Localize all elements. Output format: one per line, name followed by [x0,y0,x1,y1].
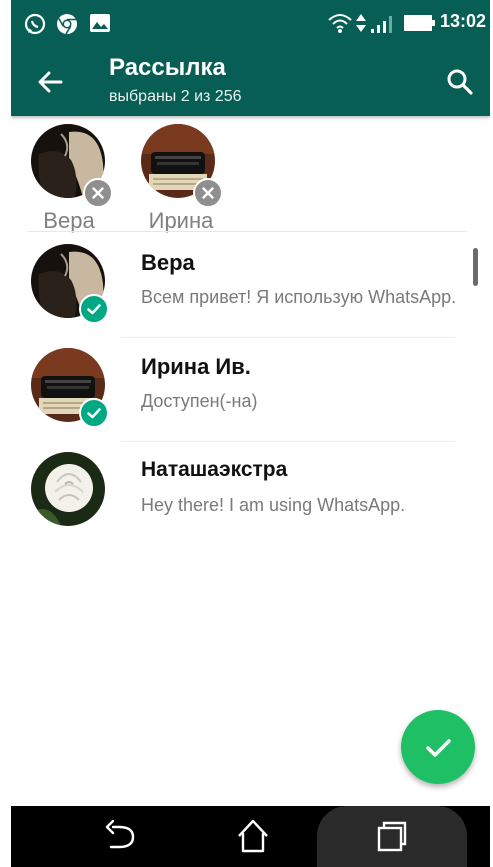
remove-recipient-button[interactable] [193,178,223,208]
selection-count: выбраны 2 из 256 [109,88,242,105]
search-button[interactable] [438,60,482,104]
battery-icon [403,12,437,39]
checkmark-icon [87,408,101,419]
image-icon [89,12,111,39]
contact-row[interactable]: Ирина Ив. Доступен(-на) [11,338,490,442]
selected-chip[interactable]: Ирина [141,124,233,233]
contact-status: Hey there! I am using WhatsApp. [141,495,406,515]
screen: 13:02 Рассылка выбраны 2 из 256 Вера Ири… [11,0,490,867]
chrome-icon [55,12,79,41]
selected-chip[interactable]: Вера [31,124,123,233]
back-icon [105,819,135,849]
search-icon [447,69,473,95]
remove-recipient-button[interactable] [83,178,113,208]
contact-name: Вера [141,250,195,275]
nav-home-button[interactable] [231,816,275,856]
status-time: 13:02 [439,11,486,31]
selected-check-badge [79,294,109,324]
contact-status: Доступен(-на) [141,391,258,411]
confirm-button[interactable] [401,710,475,784]
signal-icon [369,12,395,39]
white-rose-avatar [31,452,105,526]
app-bar: Рассылка выбраны 2 из 256 [11,48,490,116]
recents-icon [377,821,407,852]
page-title: Рассылка [109,54,226,81]
close-icon [202,187,214,199]
data-arrows-icon [355,12,367,39]
contact-row[interactable]: Наташаэкстра Hey there! I am using Whats… [11,442,490,546]
nav-recents-button[interactable] [369,816,413,856]
close-icon [92,187,104,199]
contact-status: Всем привет! Я использую WhatsApp. [141,287,457,307]
contact-name: Наташаэкстра [141,458,288,481]
checkmark-icon [426,739,451,757]
divider [27,231,467,232]
selected-check-badge [79,398,109,428]
arrow-left-icon [38,71,63,93]
checkmark-icon [87,304,101,315]
whatsapp-icon [23,12,47,41]
status-bar: 13:02 [11,0,490,48]
home-icon [238,819,268,853]
contact-row[interactable]: Вера Всем привет! Я использую WhatsApp. [11,234,490,338]
back-button[interactable] [31,62,71,102]
wifi-icon [327,12,353,39]
scrollbar[interactable] [473,248,478,286]
contact-name: Ирина Ив. [141,354,251,379]
nav-back-button[interactable] [99,816,143,856]
selected-recipients: Вера Ирина [11,116,490,233]
